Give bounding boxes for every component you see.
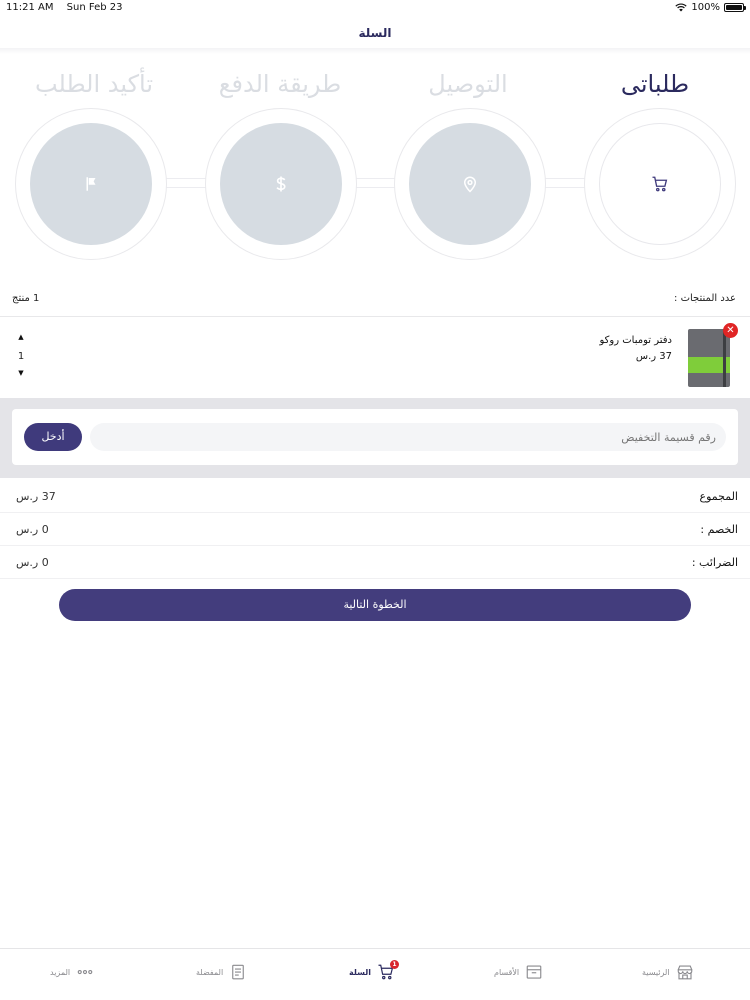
step-label-payment: طريقة الدفع bbox=[218, 70, 342, 98]
subtotal-label: المجموع bbox=[699, 490, 738, 503]
next-step-button[interactable]: الخطوة التالية bbox=[59, 589, 691, 621]
header-divider bbox=[0, 48, 750, 54]
product-count-row: عدد المنتجات : 1 منتج bbox=[0, 293, 750, 307]
discount-row: الخصم : 0 ر.س bbox=[0, 513, 750, 546]
product-image[interactable] bbox=[688, 329, 730, 387]
battery-icon bbox=[724, 3, 746, 12]
coupon-card: أدخل bbox=[12, 409, 738, 465]
tax-row: الضرائب : 0 ر.س bbox=[0, 546, 750, 579]
status-date: Sun Feb 23 bbox=[66, 2, 123, 13]
step-connector bbox=[164, 178, 208, 188]
cart-badge: 1 bbox=[390, 960, 400, 969]
step-confirm-core bbox=[30, 123, 152, 245]
document-icon bbox=[232, 964, 245, 980]
product-count-label: عدد المنتجات : bbox=[674, 293, 736, 304]
step-label-confirm: تأكيد الطلب bbox=[34, 70, 154, 98]
cart-item: ✕ دفتر تومبات روكو 37 ر.س ▲ 1 ▼ bbox=[0, 316, 750, 396]
flag-icon bbox=[86, 177, 96, 191]
tab-home-label: الرئيسية bbox=[642, 967, 670, 977]
tab-favorites-label: المفضلة bbox=[196, 967, 224, 977]
step-orders-core bbox=[599, 123, 721, 245]
status-right: 100% bbox=[675, 2, 746, 13]
tab-cart-label: السلة bbox=[349, 967, 372, 977]
discount-label: الخصم : bbox=[700, 523, 738, 536]
remove-item-icon[interactable]: ✕ bbox=[723, 323, 738, 338]
subtotal-value: 37 ر.س bbox=[16, 490, 56, 503]
status-time: 11:21 AM bbox=[6, 2, 54, 13]
tab-categories[interactable]: الأقسام bbox=[494, 959, 543, 985]
location-pin-icon bbox=[463, 176, 477, 193]
tab-more[interactable]: المزيد bbox=[50, 959, 94, 985]
step-payment[interactable] bbox=[205, 108, 357, 260]
tax-label: الضرائب : bbox=[691, 556, 738, 569]
tab-cart[interactable]: السلة 1 bbox=[349, 959, 400, 985]
dollar-icon bbox=[276, 176, 286, 192]
status-left: 11:21 AM Sun Feb 23 bbox=[6, 2, 132, 13]
discount-value: 0 ر.س bbox=[16, 523, 49, 536]
step-payment-core bbox=[220, 123, 342, 245]
tab-home[interactable]: الرئيسية bbox=[642, 959, 694, 985]
tax-value: 0 ر.س bbox=[16, 556, 49, 569]
tab-bar: الرئيسية الأقسام السلة 1 المفضلة المزيد bbox=[0, 948, 750, 1000]
wifi-icon bbox=[675, 3, 688, 12]
store-icon bbox=[677, 965, 692, 980]
step-label-delivery: التوصيل bbox=[428, 70, 508, 98]
step-label-orders: طلباتى bbox=[620, 70, 690, 98]
subtotal-row: المجموع 37 ر.س bbox=[0, 480, 750, 513]
product-name[interactable]: دفتر تومبات روكو bbox=[600, 335, 673, 346]
coupon-apply-button[interactable]: أدخل bbox=[24, 423, 82, 451]
page-title: السلة bbox=[358, 26, 392, 40]
cart-icon bbox=[652, 176, 668, 192]
step-connector bbox=[540, 178, 586, 188]
tab-more-label: المزيد bbox=[50, 967, 71, 977]
battery-percent: 100% bbox=[691, 2, 720, 13]
step-delivery-core bbox=[409, 123, 531, 245]
quantity-increase-icon[interactable]: ▲ bbox=[16, 333, 26, 343]
step-connector bbox=[352, 178, 396, 188]
step-delivery[interactable] bbox=[394, 108, 546, 260]
quantity-value: 1 bbox=[17, 351, 25, 362]
coupon-section: أدخل bbox=[0, 398, 750, 478]
step-orders[interactable] bbox=[584, 108, 736, 260]
status-bar: 11:21 AM Sun Feb 23 100% bbox=[0, 0, 750, 16]
step-confirm[interactable] bbox=[15, 108, 167, 260]
tab-categories-label: الأقسام bbox=[494, 967, 520, 977]
more-dots-icon bbox=[77, 969, 93, 975]
coupon-input[interactable] bbox=[90, 423, 726, 451]
box-icon bbox=[526, 965, 542, 979]
quantity-decrease-icon[interactable]: ▼ bbox=[16, 369, 26, 379]
product-count-value: 1 منتج bbox=[12, 293, 40, 304]
tab-cart-icon-wrap: 1 bbox=[377, 960, 400, 981]
product-price: 37 ر.س bbox=[635, 351, 672, 362]
tab-favorites[interactable]: المفضلة bbox=[196, 959, 247, 985]
